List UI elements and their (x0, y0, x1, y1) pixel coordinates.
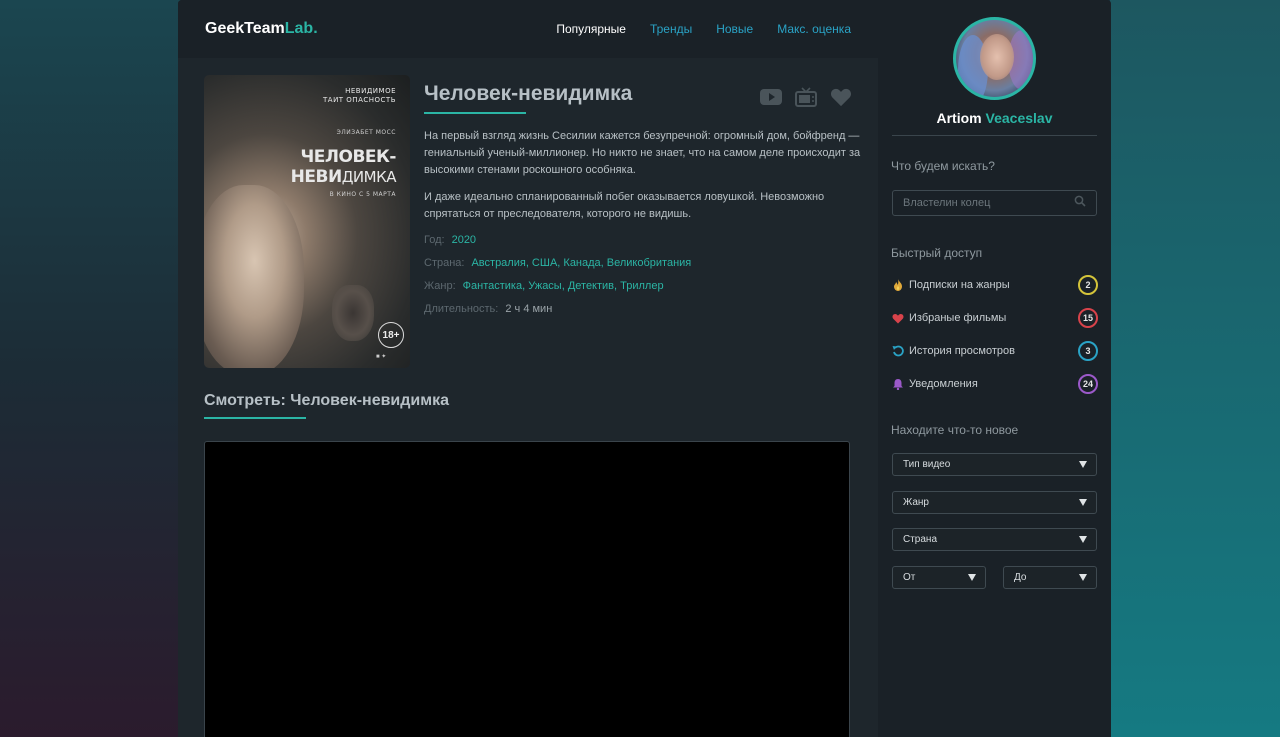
bell-icon (891, 377, 905, 391)
poster-actor: ЭЛИЗАБЕТ МОСС (336, 129, 396, 136)
filter-from[interactable]: От (892, 566, 986, 589)
poster-title-line2: НЕВИДИМКА (290, 167, 397, 187)
meta-year-label: Год: (424, 234, 445, 246)
caret-down-icon (1079, 461, 1087, 468)
top-header: GeekTeamLab. Популярные Тренды Новые Мак… (178, 0, 878, 58)
poster-studio-mark: ■ ✦ (376, 354, 387, 360)
fire-icon (891, 278, 905, 292)
heart-icon (891, 311, 905, 325)
quick-item-label: Уведомления (909, 378, 978, 390)
filter-from-value: От (903, 572, 916, 583)
quick-item-favorites[interactable]: Избраные фильмы 15 (891, 307, 1098, 329)
search-box (892, 190, 1097, 216)
filter-genre-value: Жанр (903, 497, 929, 508)
movie-title: Человек-невидимка (424, 82, 633, 105)
watch-title: Смотреть: Человек-невидимка (204, 392, 449, 409)
count-badge: 2 (1078, 275, 1098, 295)
poster-hand (332, 285, 374, 341)
poster-tagline-line2: ТАИТ ОПАСНОСТЬ (323, 96, 396, 104)
caret-down-icon (968, 574, 976, 581)
poster-title: ЧЕЛОВЕК- НЕВИДИМКА (290, 147, 397, 187)
logo-main: GeekTeam (205, 20, 285, 37)
user-last-name: Veaceslav (985, 110, 1053, 126)
youtube-icon[interactable] (760, 87, 782, 107)
quick-item-history[interactable]: История просмотров 3 (891, 340, 1098, 362)
tv-icon[interactable] (795, 87, 817, 107)
caret-down-icon (1079, 574, 1087, 581)
search-icon[interactable] (1074, 194, 1086, 212)
watch-underline (204, 417, 306, 419)
filter-to-value: До (1014, 572, 1027, 583)
search-input[interactable] (903, 197, 1063, 209)
title-underline (424, 112, 526, 114)
filter-genre[interactable]: Жанр (892, 491, 1097, 514)
nav-trends[interactable]: Тренды (650, 22, 692, 36)
filter-video-type[interactable]: Тип видео (892, 453, 1097, 476)
meta-country: Страна: Австралия, США, Канада, Великобри… (424, 257, 864, 269)
app-window: GeekTeamLab. Популярные Тренды Новые Мак… (178, 0, 1111, 737)
main-content: GeekTeamLab. Популярные Тренды Новые Мак… (178, 0, 878, 737)
count-badge: 24 (1078, 374, 1098, 394)
meta-duration-label: Длительность: (424, 303, 499, 315)
quick-item-notifications[interactable]: Уведомления 24 (891, 373, 1098, 395)
avatar[interactable] (953, 17, 1036, 100)
movie-description: На первый взгляд жизнь Сесилии кажется б… (424, 128, 864, 223)
filter-country-value: Страна (903, 534, 938, 545)
quick-item-label: История просмотров (909, 345, 1015, 357)
meta-country-label: Страна: (424, 257, 465, 269)
meta-country-value[interactable]: Австралия, США, Канада, Великобритания (471, 257, 691, 269)
poster-tagline: НЕВИДИМОЕ ТАИТ ОПАСНОСТЬ (323, 87, 396, 105)
logo[interactable]: GeekTeamLab. (205, 20, 318, 38)
heart-icon[interactable] (830, 87, 852, 107)
filter-country[interactable]: Страна (892, 528, 1097, 551)
meta-genre: Жанр: Фантастика, Ужасы, Детектив, Трилле… (424, 280, 864, 292)
quick-item-label: Избраные фильмы (909, 312, 1007, 324)
sidebar: Artiom Veaceslav Что будем искать? Быстр… (878, 0, 1111, 737)
avatar-face (980, 34, 1014, 80)
poster-tagline-line1: НЕВИДИМОЕ (345, 87, 396, 95)
meta-year: Год: 2020 (424, 234, 864, 246)
poster-age-rating: 18+ (378, 322, 404, 348)
nav-top-rated[interactable]: Макс. оценка (777, 22, 851, 36)
quick-access-title: Быстрый доступ (891, 246, 983, 260)
meta-year-value[interactable]: 2020 (452, 234, 476, 246)
poster-title-rest: ДИМКА (341, 168, 397, 186)
logo-accent: Lab. (284, 20, 318, 37)
caret-down-icon (1079, 499, 1087, 506)
poster-title-line1: ЧЕЛОВЕК- (300, 147, 397, 167)
history-icon (891, 344, 905, 358)
quick-item-label: Подписки на жанры (909, 279, 1010, 291)
movie-actions (760, 87, 852, 107)
video-player[interactable] (204, 441, 850, 737)
user-first-name: Artiom (936, 110, 982, 126)
meta-duration-value: 2 ч 4 мин (505, 303, 553, 315)
movie-poster: НЕВИДИМОЕ ТАИТ ОПАСНОСТЬ ЭЛИЗАБЕТ МОСС Ч… (204, 75, 410, 368)
user-name[interactable]: Artiom Veaceslav (878, 110, 1111, 126)
poster-release: В КИНО С 5 МАРТА (329, 191, 396, 198)
background-right (1110, 0, 1280, 737)
background-left (0, 0, 178, 737)
discover-title: Находите что-то новое (891, 423, 1019, 437)
meta-duration: Длительность: 2 ч 4 мин (424, 303, 864, 315)
poster-face (204, 185, 304, 368)
count-badge: 3 (1078, 341, 1098, 361)
sidebar-divider (892, 135, 1097, 136)
main-nav: Популярные Тренды Новые Макс. оценка (556, 22, 851, 36)
description-paragraph-1: На первый взгляд жизнь Сесилии кажется б… (424, 130, 861, 176)
filter-to[interactable]: До (1003, 566, 1097, 589)
nav-popular[interactable]: Популярные (556, 22, 626, 36)
count-badge: 15 (1078, 308, 1098, 328)
poster-title-bold: НЕВИ (290, 167, 343, 187)
meta-genre-value[interactable]: Фантастика, Ужасы, Детектив, Триллер (463, 280, 664, 292)
nav-new[interactable]: Новые (716, 22, 753, 36)
description-paragraph-2: И даже идеально спланированный побег ока… (424, 191, 825, 220)
meta-genre-label: Жанр: (424, 280, 456, 292)
filter-video-type-value: Тип видео (903, 459, 951, 470)
search-section-title: Что будем искать? (891, 159, 995, 173)
caret-down-icon (1079, 536, 1087, 543)
quick-item-genre-subscriptions[interactable]: Подписки на жанры 2 (891, 274, 1098, 296)
